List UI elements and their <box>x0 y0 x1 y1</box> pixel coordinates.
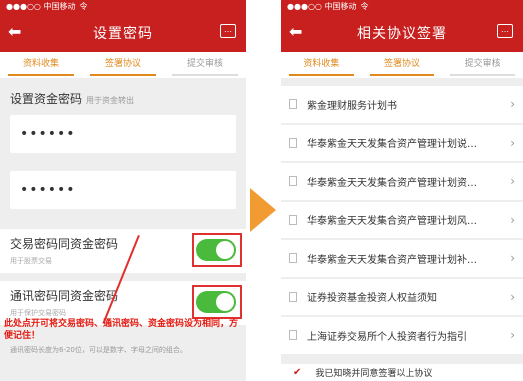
fund-password-input[interactable]: •••••• <box>10 115 236 153</box>
step-tabs: 资料收集 签署协议 提交审核 <box>281 52 523 78</box>
nav-bar: ⬅ 相关协议签署 … <box>281 14 523 52</box>
document-icon <box>289 99 297 110</box>
carrier-label: ●●●○○ 中国移动 <box>6 2 76 11</box>
chevron-right-icon: › <box>510 212 515 227</box>
document-icon <box>289 176 297 187</box>
document-icon <box>289 137 297 148</box>
arrow-right-icon <box>250 188 276 232</box>
list-item[interactable]: 华泰紫金天天发集合资产管理计划补… › <box>281 240 523 277</box>
agreement-list: 紫金理财服务计划书 › 华泰紫金天天发集合资产管理计划说… › 华泰紫金天天发集合资… <box>281 78 523 354</box>
list-item[interactable]: 华泰紫金天天发集合资产管理计划资… › <box>281 163 523 200</box>
fund-password-confirm-input[interactable]: •••••• <box>10 171 236 209</box>
wifi-icon: 令 <box>360 2 369 11</box>
tab-collect[interactable]: 资料收集 <box>281 52 362 78</box>
carrier-label: ●●●○○ 中国移动 <box>287 2 357 11</box>
section-hint: 用于资金转出 <box>86 96 135 105</box>
password-hint-text: 通讯密码长度为6-20位，可以是数字、字母之间的组合。 <box>10 346 187 354</box>
list-item[interactable]: 华泰紫金天天发集合资产管理计划风… › <box>281 201 523 238</box>
agree-label: 我已知晓并同意签署以上协议 <box>315 369 433 379</box>
page-title: 相关协议签署 <box>357 26 447 42</box>
document-icon <box>289 214 297 225</box>
document-icon <box>289 253 297 264</box>
switch-row-trade: 交易密码同资金密码 用于股票交易 <box>0 229 246 273</box>
section-heading: 设置资金密码 用于资金转出 <box>10 92 135 106</box>
chat-icon[interactable]: … <box>220 24 236 38</box>
list-item[interactable]: 上海证券交易所个人投资者行为指引 › <box>281 317 523 354</box>
callout-text: 此处点开可将交易密码、通讯密码、资金密码设为相同，方便记住！ <box>4 319 239 341</box>
chevron-right-icon: › <box>510 135 515 150</box>
phone-screen-set-password: ●●●○○ 中国移动 令 ⬅ 设置密码 … 资料收集 签署协议 提交审核 设置资… <box>0 0 246 381</box>
tab-sign[interactable]: 签署协议 <box>82 52 164 78</box>
highlight-box <box>192 233 242 267</box>
nav-bar: ⬅ 设置密码 … <box>0 14 246 52</box>
tab-collect[interactable]: 资料收集 <box>0 52 82 78</box>
document-icon <box>289 330 297 341</box>
chevron-right-icon: › <box>510 251 515 266</box>
chevron-right-icon: › <box>510 174 515 189</box>
list-item[interactable]: 证券投资基金投资人权益须知 › <box>281 278 523 315</box>
step-tabs: 资料收集 签署协议 提交审核 <box>0 52 246 78</box>
document-icon <box>289 291 297 302</box>
agree-checkbox-row[interactable]: ✔ 我已知晓并同意签署以上协议 <box>281 364 523 381</box>
wifi-icon: 令 <box>79 2 88 11</box>
chevron-right-icon: › <box>510 289 515 304</box>
tab-submit[interactable]: 提交审核 <box>442 52 523 78</box>
back-arrow-icon[interactable]: ⬅ <box>289 24 302 40</box>
highlight-box <box>192 285 242 319</box>
chevron-right-icon: › <box>510 328 515 343</box>
list-item[interactable]: 华泰紫金天天发集合资产管理计划说… › <box>281 124 523 161</box>
chevron-right-icon: › <box>510 97 515 112</box>
checkmark-icon[interactable]: ✔ <box>293 367 301 378</box>
status-bar: ●●●○○ 中国移动 令 <box>0 0 246 14</box>
tab-submit[interactable]: 提交审核 <box>164 52 246 78</box>
back-arrow-icon[interactable]: ⬅ <box>8 24 21 40</box>
tab-sign[interactable]: 签署协议 <box>362 52 443 78</box>
page-title: 设置密码 <box>93 26 153 42</box>
status-bar: ●●●○○ 中国移动 令 <box>281 0 523 14</box>
phone-screen-agreements: ●●●○○ 中国移动 令 ⬅ 相关协议签署 … 资料收集 签署协议 提交审核 紫… <box>281 0 523 381</box>
list-item[interactable]: 紫金理财服务计划书 › <box>281 86 523 123</box>
chat-icon[interactable]: … <box>497 24 513 38</box>
